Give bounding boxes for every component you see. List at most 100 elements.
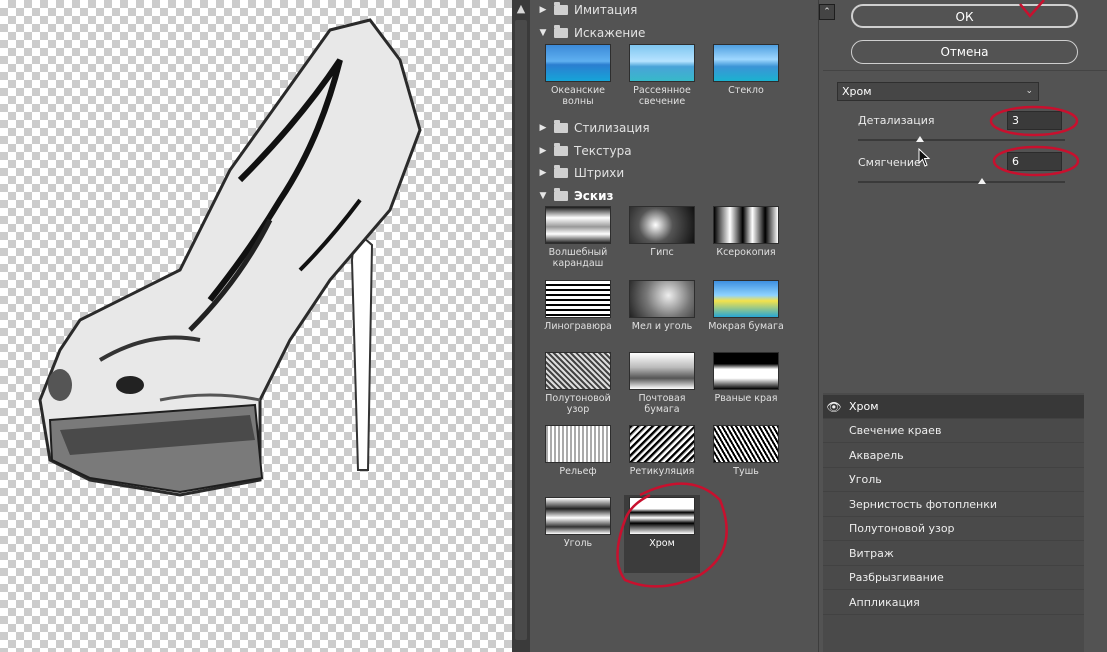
category-label: Имитация <box>574 3 638 17</box>
category-label: Искажение <box>574 26 646 40</box>
thumbnail-image <box>629 352 695 390</box>
eye-hidden-icon[interactable] <box>823 444 845 468</box>
thumbnail-image <box>545 206 611 244</box>
layer-item[interactable]: 👁 Хром <box>823 395 1084 419</box>
filter-thumb-ink[interactable]: Тушь <box>708 425 784 501</box>
layer-item[interactable]: Акварель <box>823 444 1084 468</box>
filter-thumb-glass[interactable]: Стекло <box>708 44 784 120</box>
thumbnail-image <box>545 280 611 318</box>
thumbnail-image <box>629 206 695 244</box>
filter-thumb-chalk-charcoal[interactable]: Мел и уголь <box>624 280 700 356</box>
filter-thumb-reticulation[interactable]: Ретикуляция <box>624 425 700 501</box>
category-strokes[interactable]: ▶ Штрихи <box>538 163 624 183</box>
eye-hidden-icon[interactable] <box>823 419 845 443</box>
layer-item[interactable]: Полутоновой узор <box>823 517 1084 541</box>
filter-label: Стекло <box>728 85 764 96</box>
detail-slider-thumb[interactable] <box>916 136 925 142</box>
layer-label: Полутоновой узор <box>849 522 955 535</box>
thumbnail-image <box>545 352 611 390</box>
eye-hidden-icon[interactable] <box>823 566 845 590</box>
layer-item[interactable]: Свечение краев <box>823 419 1084 443</box>
filter-thumb-photocopy[interactable]: Ксерокопия <box>708 206 784 282</box>
layer-label: Разбрызгивание <box>849 571 944 584</box>
filter-thumb-diffuse-glow[interactable]: Рассеянное свечение <box>624 44 700 120</box>
chevron-down-icon: ⌄ <box>1025 86 1033 96</box>
category-distortion[interactable]: ▼ Искажение <box>538 23 645 43</box>
filter-thumb-wet-paper[interactable]: Мокрая бумага <box>708 280 784 356</box>
filter-label: Рассеянное свечение <box>633 85 691 107</box>
thumbnail-image <box>629 425 695 463</box>
filter-thumb-torn-edges[interactable]: Рваные края <box>708 352 784 428</box>
folder-icon <box>554 143 568 156</box>
filter-label: Волшебный карандаш <box>548 247 608 269</box>
ok-button[interactable]: ОК <box>851 4 1078 28</box>
layer-label: Зернистость фотопленки <box>849 498 998 511</box>
cancel-button[interactable]: Отмена <box>851 40 1078 64</box>
layer-item[interactable]: Разбрызгивание <box>823 566 1084 590</box>
category-label: Стилизация <box>574 121 650 135</box>
category-label: Штрихи <box>574 166 625 180</box>
filter-label: Хром <box>649 538 675 549</box>
folder-icon <box>554 25 568 38</box>
folder-icon <box>554 120 568 133</box>
eye-hidden-icon[interactable] <box>823 591 845 615</box>
category-imitation[interactable]: ▶ Имитация <box>538 0 637 20</box>
eye-hidden-icon[interactable] <box>823 517 845 541</box>
collapsed-triangle-icon: ▶ <box>539 123 547 133</box>
collapse-gallery-icon[interactable]: ⌃ <box>819 4 835 20</box>
filter-label: Мокрая бумага <box>708 321 784 332</box>
scroll-thumb[interactable] <box>515 20 527 640</box>
eye-hidden-icon[interactable] <box>823 493 845 517</box>
filter-thumb-halftone[interactable]: Полутоновой узор <box>540 352 616 428</box>
thumbnail-image <box>713 280 779 318</box>
layer-item[interactable]: Витраж <box>823 542 1084 566</box>
smoothness-slider-thumb[interactable] <box>978 178 987 184</box>
filter-label: Уголь <box>563 538 593 549</box>
detail-slider[interactable] <box>858 139 1065 141</box>
filter-select-value: Хром <box>842 85 872 98</box>
filter-label: Ксерокопия <box>716 247 776 258</box>
category-stylize[interactable]: ▶ Стилизация <box>538 118 650 138</box>
thumbnail-image <box>545 497 611 535</box>
layer-item[interactable]: Аппликация <box>823 591 1084 615</box>
filter-label: Рельеф <box>559 466 597 477</box>
thumbnail-image <box>545 425 611 463</box>
layer-label: Акварель <box>849 449 904 462</box>
filter-thumb-charcoal[interactable]: Уголь <box>540 497 616 573</box>
filter-thumb-linocut[interactable]: Линогравюра <box>540 280 616 356</box>
expanded-triangle-icon: ▼ <box>539 28 547 38</box>
filter-thumb-note-paper[interactable]: Почтовая бумага <box>624 352 700 428</box>
filter-thumb-bas-relief-pencil[interactable]: Волшебный карандаш <box>540 206 616 282</box>
filter-thumb-plaster[interactable]: Гипс <box>624 206 700 282</box>
detail-label: Детализация <box>858 114 935 127</box>
category-sketch[interactable]: ▼ Эскиз <box>538 186 613 206</box>
filter-gallery-window: ▲ ▶ Имитация ▼ Искажение Океанские волны… <box>0 0 1107 652</box>
preview-canvas[interactable] <box>0 0 512 652</box>
thumbnail-image <box>629 280 695 318</box>
gallery-scrollbar[interactable]: ▲ <box>512 0 530 652</box>
filter-label: Мел и уголь <box>631 321 693 332</box>
folder-icon <box>554 165 568 178</box>
filter-label: Почтовая бумага <box>638 393 686 415</box>
collapsed-triangle-icon: ▶ <box>539 146 547 156</box>
expanded-triangle-icon: ▼ <box>539 191 547 201</box>
smoothness-slider[interactable] <box>858 181 1065 183</box>
eye-hidden-icon[interactable] <box>823 468 845 492</box>
filter-thumb-bas-relief[interactable]: Рельеф <box>540 425 616 501</box>
category-texture[interactable]: ▶ Текстура <box>538 141 632 161</box>
filter-label: Линогравюра <box>544 321 612 332</box>
category-label: Текстура <box>574 144 632 158</box>
scroll-up-arrow-icon[interactable]: ▲ <box>512 0 530 18</box>
filter-select[interactable]: Хром ⌄ <box>837 82 1039 101</box>
filter-thumb-ocean-ripple[interactable]: Океанские волны <box>540 44 616 120</box>
detail-input[interactable]: 3 <box>1007 111 1062 130</box>
thumbnail-image <box>713 206 779 244</box>
layer-item[interactable]: Зернистость фотопленки <box>823 493 1084 517</box>
eye-hidden-icon[interactable] <box>823 542 845 566</box>
filter-thumb-chrome[interactable]: Хром <box>624 495 700 573</box>
smoothness-input[interactable]: 6 <box>1007 152 1062 171</box>
thumbnail-image <box>629 44 695 82</box>
layer-label: Свечение краев <box>849 424 942 437</box>
layer-item[interactable]: Уголь <box>823 468 1084 492</box>
eye-icon[interactable]: 👁 <box>823 395 845 419</box>
